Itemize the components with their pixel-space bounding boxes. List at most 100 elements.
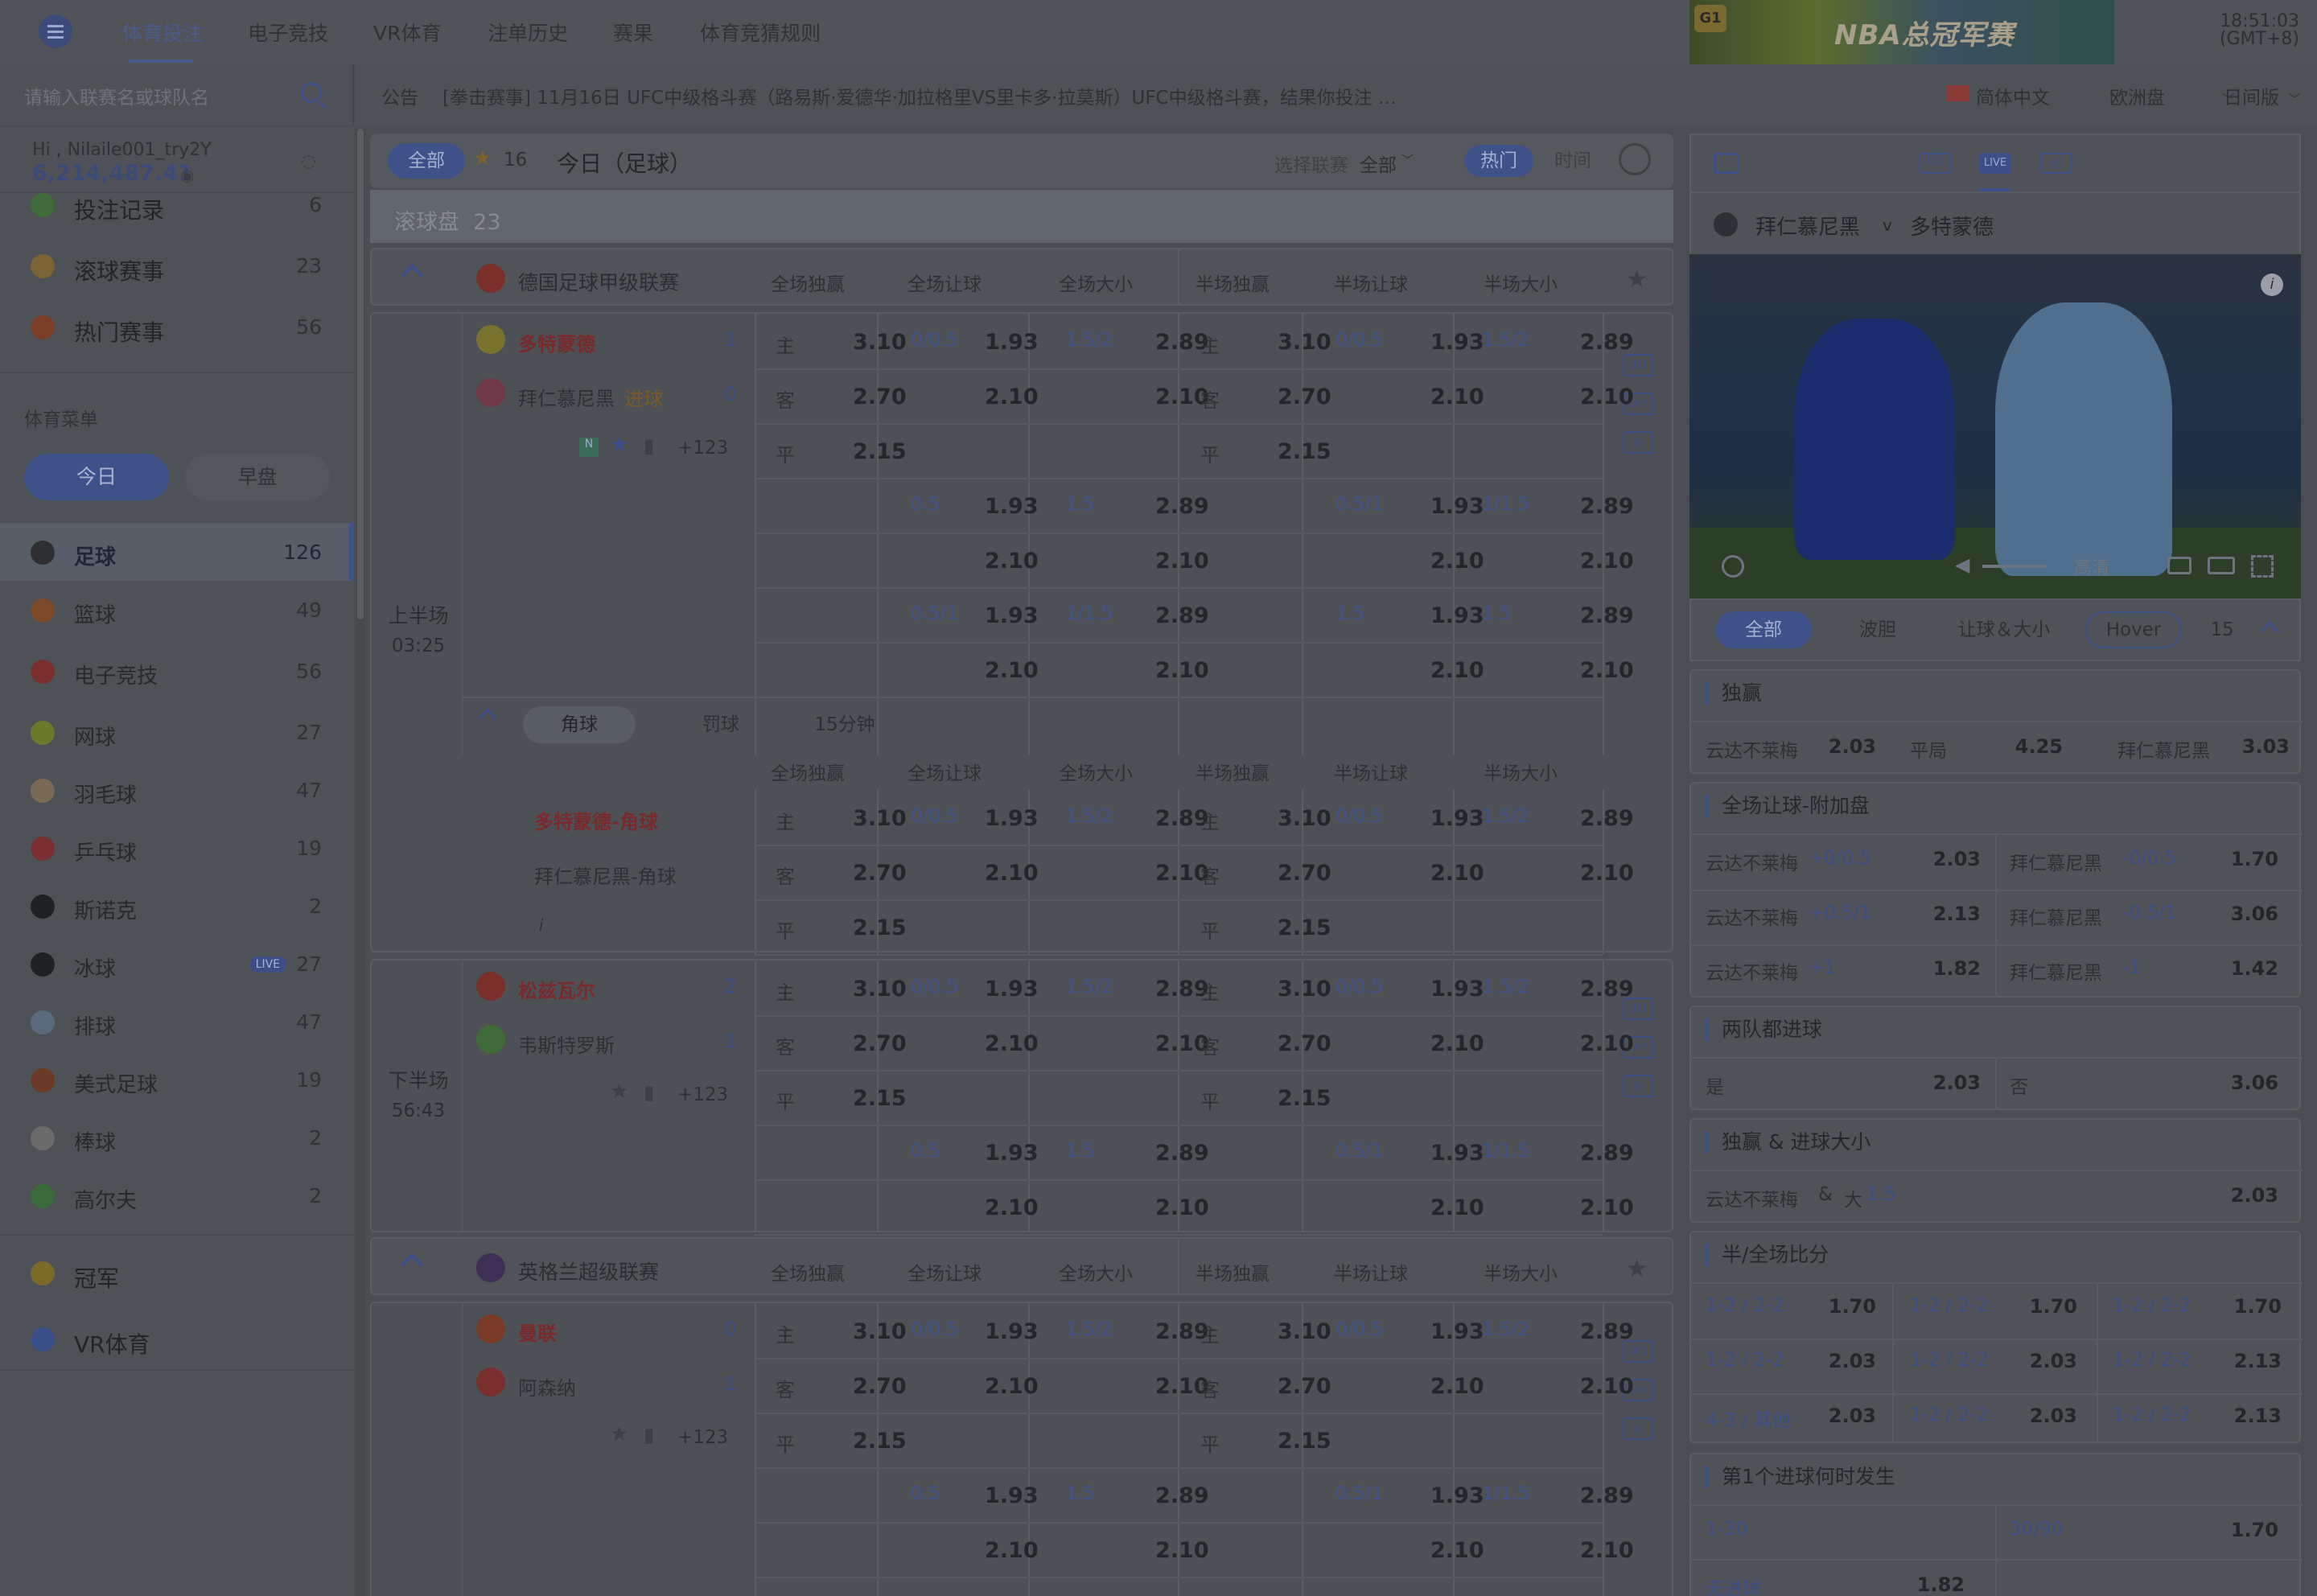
chevron-up-icon[interactable] — [400, 1253, 424, 1277]
sidebar-item-bet-record[interactable]: 投注记录 6 — [0, 175, 354, 233]
odds-value[interactable]: 2.15 — [853, 1429, 907, 1454]
market-option-odds[interactable]: 1.82 — [1908, 957, 1981, 980]
scoreboard-icon[interactable]: 0|1 — [1624, 354, 1654, 376]
stats-icon[interactable]: ▮ — [644, 434, 654, 457]
sidebar-sport-basketball[interactable]: 篮球 49 — [0, 581, 354, 639]
language-select[interactable]: 简体中文 — [1976, 82, 2050, 109]
odds-value[interactable]: 2.89 — [1580, 603, 1634, 628]
odds-value[interactable]: 2.10 — [985, 385, 1039, 409]
chevron-up-icon[interactable] — [400, 263, 424, 287]
sidebar-item-trophy[interactable]: 冠军 — [0, 1244, 354, 1302]
odds-value[interactable]: 3.10 — [853, 806, 907, 831]
today-toggle[interactable]: 今日 — [24, 454, 169, 500]
replay-icon[interactable] — [1722, 555, 1744, 578]
odds-value[interactable]: 1.93 — [1430, 1483, 1484, 1508]
market-option-label[interactable]: 是 — [1706, 1072, 1724, 1099]
sidebar-sport-american-football[interactable]: 美式足球 19 — [0, 1051, 354, 1109]
more-markets[interactable]: +123 — [677, 438, 728, 459]
market-option-odds[interactable]: 2.13 — [1908, 903, 1981, 925]
market-option-label[interactable]: 云达不莱梅 — [1706, 848, 1798, 875]
odds-value[interactable]: 2.10 — [1580, 385, 1634, 409]
market-option-odds[interactable]: 2.13 — [2217, 1350, 2282, 1372]
home-team-name[interactable]: 曼联 — [518, 1318, 557, 1346]
market-option-odds[interactable]: 3.03 — [2225, 735, 2290, 758]
star-icon[interactable]: ★ — [473, 146, 492, 171]
volume-icon[interactable]: ◀ — [1955, 553, 1969, 576]
sidebar-sport-golf[interactable]: 高尔夫 2 — [0, 1166, 354, 1224]
odds-value[interactable]: 2.10 — [1430, 1374, 1484, 1399]
collapse-icon[interactable] — [2259, 621, 2280, 642]
odds-value[interactable]: 2.10 — [1155, 658, 1209, 683]
odds-value[interactable]: 1.93 — [1430, 977, 1484, 1002]
odds-value[interactable]: 2.70 — [1278, 1374, 1331, 1399]
video-quality[interactable]: 高清 — [2074, 553, 2109, 579]
stats-icon[interactable]: ▮ — [644, 1424, 654, 1446]
odds-value[interactable]: 2.89 — [1155, 603, 1209, 628]
corner-away-name[interactable]: 拜仁慕尼黑-角球 — [534, 861, 677, 889]
filter-all[interactable]: 全部 — [388, 143, 465, 179]
betslip-icon[interactable] — [1714, 153, 1739, 174]
odds-value[interactable]: 3.10 — [1278, 977, 1331, 1002]
odds-value[interactable]: 3.10 — [1278, 806, 1331, 831]
market-tab-all[interactable]: 全部 — [1715, 611, 1812, 648]
market-option-label[interactable]: 拜仁慕尼黑 — [2010, 903, 2102, 930]
odds-value[interactable]: 2.89 — [1580, 330, 1634, 355]
odds-value[interactable]: 2.10 — [1155, 1195, 1209, 1220]
odds-value[interactable]: 2.70 — [1278, 385, 1331, 409]
odds-value[interactable]: 1.93 — [985, 494, 1039, 519]
live-icon[interactable]: LIVE — [1979, 153, 2011, 174]
sidebar-sport-badminton[interactable]: 羽毛球 47 — [0, 761, 354, 819]
nav-sports[interactable]: 体育投注 — [122, 18, 203, 47]
home-team-name[interactable]: 多特蒙德 — [518, 328, 595, 356]
market-option-label[interactable]: 云达不莱梅 — [1706, 903, 1798, 930]
odds-value[interactable]: 2.10 — [1580, 1195, 1634, 1220]
sidebar-scrollbar[interactable] — [356, 129, 365, 1596]
score-option[interactable]: 1-2 / 2-2 — [1910, 1295, 1989, 1316]
odds-value[interactable]: 2.10 — [985, 1195, 1039, 1220]
market-option-label[interactable]: 平局 — [1910, 735, 1947, 763]
live-video[interactable]: i ◀ 高清 — [1689, 254, 2301, 598]
odds-value[interactable]: 2.10 — [985, 1538, 1039, 1563]
favorite-star-icon[interactable]: ★ — [610, 433, 628, 457]
odds-value[interactable]: 1.93 — [985, 1483, 1039, 1508]
sidebar-sport-pingpong[interactable]: 乒乓球 19 — [0, 819, 354, 877]
nav-vr[interactable]: VR体育 — [373, 18, 441, 47]
odds-value[interactable]: 2.10 — [1430, 1538, 1484, 1563]
market-option-odds[interactable]: 2.03 — [1908, 848, 1981, 870]
timing-option[interactable]: 30/90 — [2010, 1519, 2063, 1540]
away-team-name[interactable]: 韦斯特罗斯 — [518, 1030, 615, 1058]
score-option[interactable]: 1-2 / 2-2 — [1706, 1295, 1784, 1316]
odds-value[interactable]: 2.15 — [853, 1086, 907, 1111]
market-option-odds[interactable]: 2.03 — [2013, 1350, 2077, 1372]
market-tab-15[interactable]: 15 — [2198, 611, 2246, 648]
odds-value[interactable]: 2.10 — [985, 861, 1039, 886]
score-option[interactable]: 1-2 / 2-2 — [1910, 1350, 1989, 1371]
sidebar-sport-snooker[interactable]: 斯诺克 2 — [0, 877, 354, 935]
away-team-name[interactable]: 阿森纳 — [518, 1372, 576, 1401]
sidebar-sport-baseball[interactable]: 棒球 2 — [0, 1109, 354, 1166]
announcement-text[interactable]: [拳击赛事] 11月16日 UFC中级格斗赛（路易斯·爱德华·加拉格里VS里卡多… — [442, 82, 1397, 109]
odds-value[interactable]: 1.93 — [1430, 603, 1484, 628]
filter-time[interactable]: 时间 — [1538, 145, 1607, 177]
market-option-odds[interactable]: 2.03 — [1812, 1405, 1876, 1427]
market-option-label[interactable]: 拜仁慕尼黑 — [2010, 848, 2102, 875]
odds-value[interactable]: 2.89 — [1580, 1141, 1634, 1166]
market-option-odds[interactable]: 2.03 — [1812, 1350, 1876, 1372]
market-option-odds[interactable]: 2.03 — [1908, 1072, 1981, 1094]
odds-value[interactable]: 2.10 — [1580, 1374, 1634, 1399]
odds-value[interactable]: 2.89 — [1155, 1483, 1209, 1508]
odds-value[interactable]: 2.10 — [1430, 658, 1484, 683]
field-icon[interactable]: ◎ — [2040, 153, 2072, 174]
filter-hot[interactable]: 热门 — [1464, 145, 1533, 177]
market-option-odds[interactable]: 1.70 — [2206, 1519, 2278, 1541]
sidebar-item-fire[interactable]: 热门赛事 56 — [0, 298, 354, 356]
field-icon[interactable]: ◎ — [1624, 431, 1654, 454]
odds-value[interactable]: 2.89 — [1580, 1319, 1634, 1344]
nav-bet-history[interactable]: 注单历史 — [488, 18, 568, 47]
score-option[interactable]: 1-2 / 2-2 — [1706, 1350, 1784, 1371]
odds-value[interactable]: 2.70 — [853, 1374, 907, 1399]
odds-value[interactable]: 2.10 — [1430, 385, 1484, 409]
refresh-icon[interactable] — [1619, 143, 1651, 175]
subtab-0[interactable]: 角球 — [523, 706, 636, 743]
favorite-star-icon[interactable]: ★ — [1626, 1255, 1648, 1283]
